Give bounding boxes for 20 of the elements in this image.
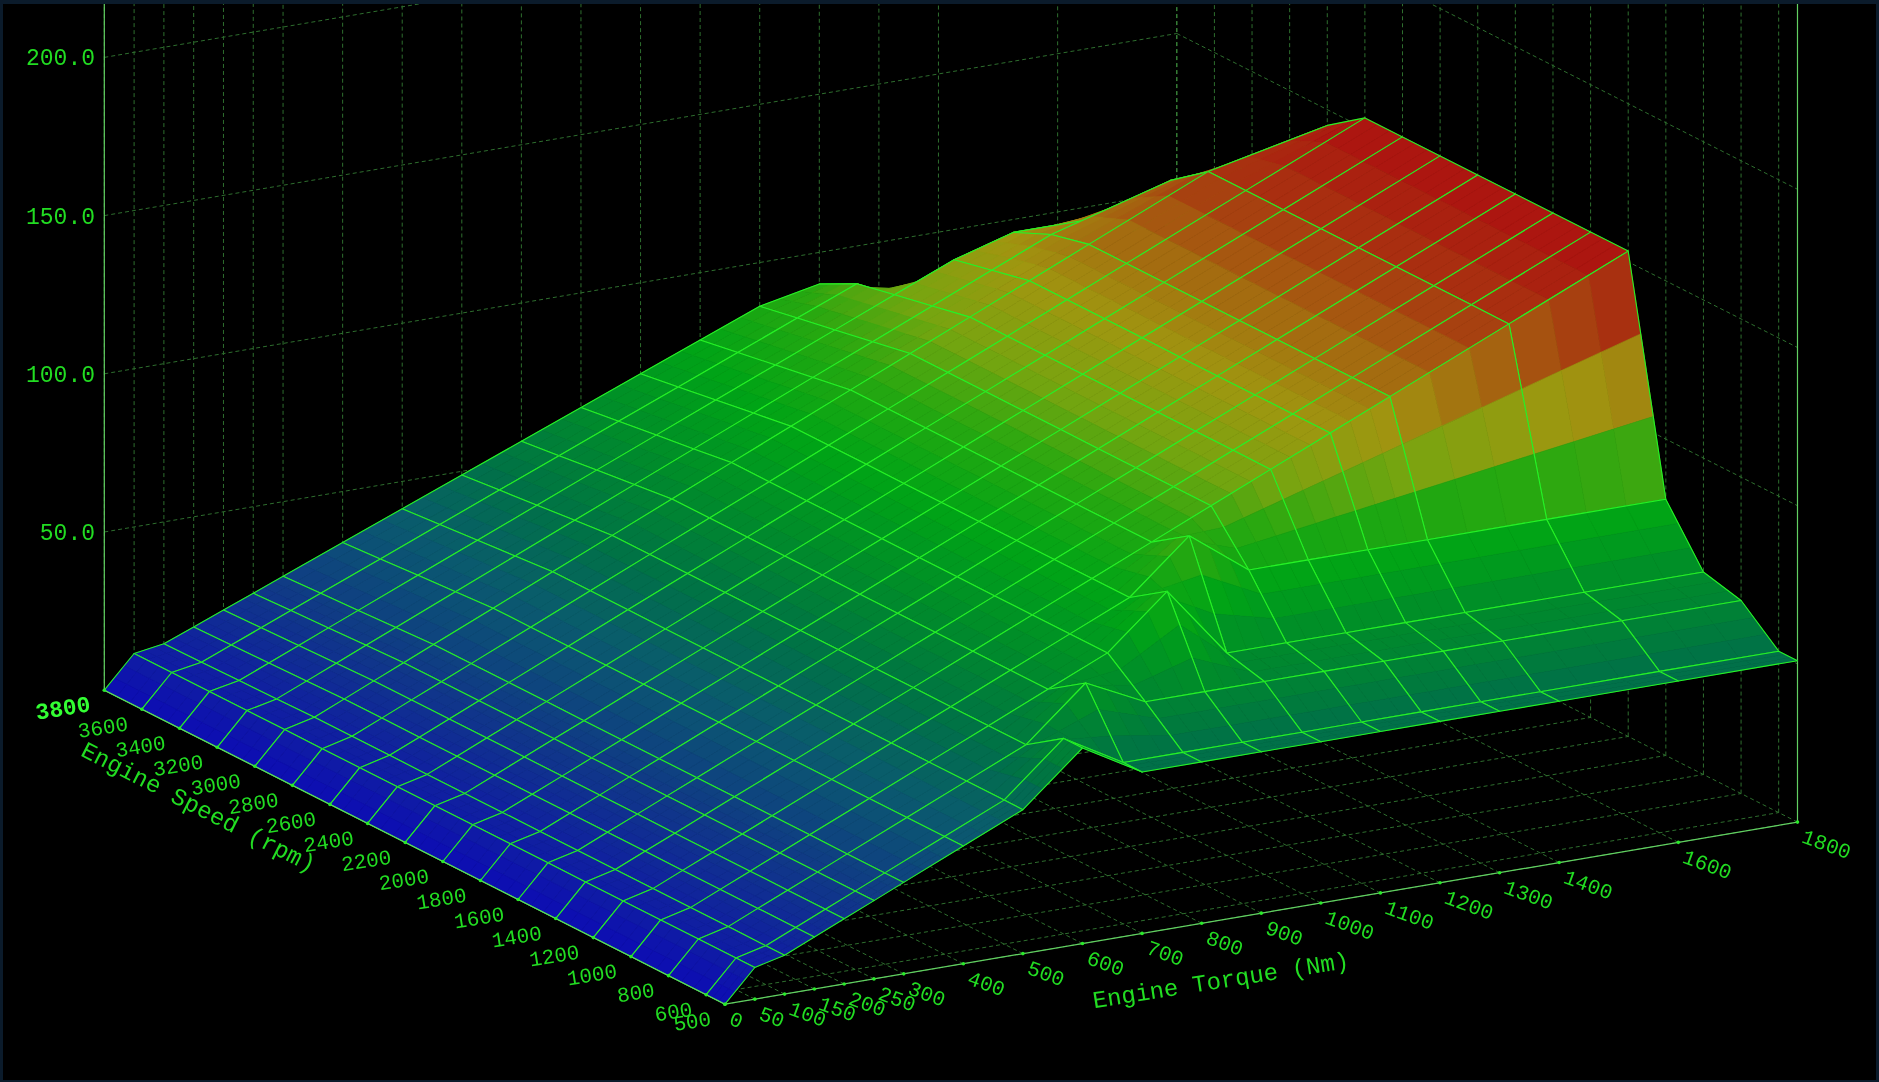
torque-tick-label: 1100	[1381, 896, 1437, 936]
z-tick-label: 50.0	[39, 521, 95, 547]
torque-tick-label: 1300	[1500, 876, 1556, 916]
torque-tick-label: 400	[964, 967, 1008, 1003]
torque-tick-label: 1000	[1321, 907, 1377, 946]
z-tick-label: 200.0	[26, 46, 95, 73]
speed-tick-label: 800	[615, 979, 657, 1009]
torque-tick-label: 700	[1143, 937, 1187, 972]
torque-tick-label: 50	[755, 1003, 788, 1034]
z-tick-label: 100.0	[26, 362, 95, 389]
torque-tick-label: 800	[1202, 927, 1246, 962]
torque-tick-label: 1200	[1440, 886, 1497, 926]
torque-tick-label: 0	[725, 1008, 746, 1035]
torque-tick-label: 1800	[1798, 826, 1854, 865]
torque-tick-label: 900	[1262, 917, 1306, 952]
torque-tick-label: 1600	[1679, 846, 1735, 886]
torque-tick-label: 1400	[1560, 866, 1616, 906]
torque-tick-label: 600	[1083, 947, 1127, 983]
torque-tick-label: 500	[1023, 957, 1068, 993]
z-tick-label: 150.0	[26, 204, 95, 231]
